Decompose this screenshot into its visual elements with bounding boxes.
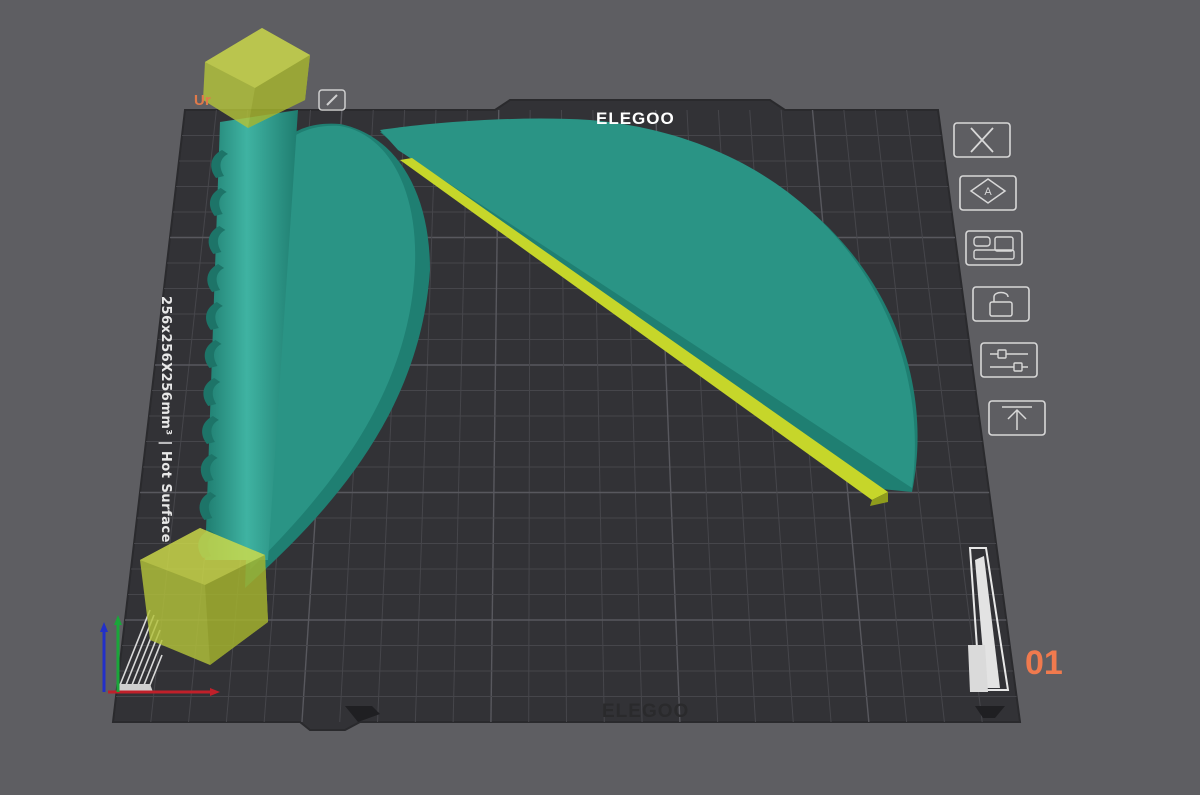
brand-logo-top: ELEGOO bbox=[596, 109, 675, 128]
remove-plate-button[interactable] bbox=[953, 122, 1011, 158]
plate-settings-button[interactable] bbox=[980, 342, 1038, 378]
plate-number[interactable]: 01 bbox=[1025, 644, 1063, 683]
brand-logo-bottom: ELEGOO bbox=[602, 701, 690, 722]
close-icon bbox=[953, 122, 1011, 158]
arrange-plate-button[interactable] bbox=[965, 230, 1023, 266]
lock-icon bbox=[972, 286, 1030, 322]
arrange-icon bbox=[965, 230, 1023, 266]
move-plate-to-top-button[interactable] bbox=[988, 400, 1046, 436]
bed-size-label: 256x256X256mm³ | Hot Surface bbox=[158, 296, 173, 543]
plate-name-label[interactable]: Ur bbox=[194, 92, 211, 109]
edit-plate-name-icon[interactable] bbox=[318, 89, 346, 111]
auto-orient-icon: A bbox=[959, 175, 1017, 211]
sliders-icon bbox=[980, 342, 1038, 378]
lock-plate-button[interactable] bbox=[972, 286, 1030, 322]
svg-text:A: A bbox=[984, 186, 992, 198]
move-to-top-icon bbox=[988, 400, 1046, 436]
auto-orient-plate-button[interactable]: A bbox=[959, 175, 1017, 211]
